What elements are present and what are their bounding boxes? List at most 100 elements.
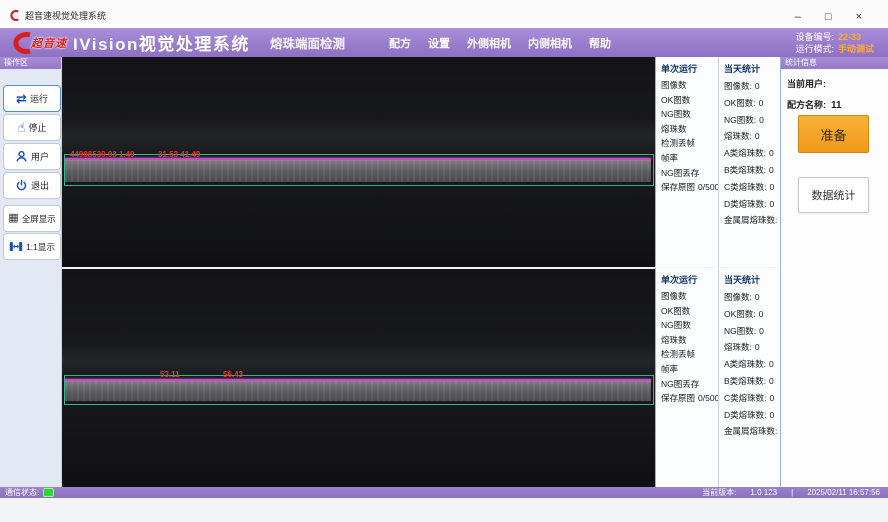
prepare-button[interactable]: 准备 — [798, 115, 869, 153]
stat-label: 图像数: — [724, 289, 752, 306]
exit-label: 退出 — [31, 179, 49, 192]
stat-value: 0 — [770, 407, 775, 424]
recipe-name-row: 配方名称:11 — [787, 98, 888, 111]
run-mode-label: 运行模式: — [795, 44, 834, 54]
single-run-rows: 图像数 OK图数 NG图数 熔珠数 检测丢帧 帧率 NG图丢存 保存原图0/50… — [656, 78, 718, 195]
outer-camera-view: 44988539.93 1.49 31.53 41.49 — [62, 57, 655, 267]
menu-item[interactable]: 配方 — [389, 35, 411, 51]
stat-row: NG图数:0 — [719, 112, 781, 129]
stat-label: 金属屑熔珠数: — [724, 212, 777, 229]
stat-row: D类熔珠数:0 — [719, 196, 781, 213]
stat-value: 0 — [759, 306, 764, 323]
menu-item[interactable]: 帮助 — [589, 35, 611, 51]
fullscreen-button[interactable]: ▦ 全屏显示 — [3, 205, 61, 232]
stat-row: NG图数 — [656, 318, 718, 333]
stat-value: 0 — [769, 356, 774, 373]
image-highlight — [62, 119, 655, 153]
page-subtitle: 熔珠端面检测 — [270, 33, 345, 52]
run-button[interactable]: ⇄ 运行 — [3, 85, 61, 112]
stat-label: OK图数 — [661, 304, 690, 319]
recipe-name-label: 配方名称: — [787, 100, 826, 110]
data-statistics-button[interactable]: 数据统计 — [798, 177, 869, 213]
daily-title: 当天统计 — [724, 62, 781, 75]
stat-label: 金属屑熔珠数: — [724, 423, 777, 440]
stat-row: C类熔珠数:0 — [719, 390, 781, 407]
stat-label: 保存原图 — [661, 391, 695, 406]
stat-label: NG图数 — [661, 107, 691, 122]
stat-value: 0 — [770, 196, 775, 213]
single-run-rows: 图像数 OK图数 NG图数 熔珠数 检测丢帧 帧率 NG图丢存 保存原图0/50… — [656, 289, 718, 406]
status-bar: 通信状态: 当前版本: 1.0.123 | 2025/02/11 16:57:5… — [0, 487, 888, 498]
stat-label: 帧率 — [661, 151, 678, 166]
stat-value: 0 — [769, 162, 774, 179]
stat-label: 图像数 — [661, 289, 687, 304]
stat-row: 帧率 — [656, 151, 718, 166]
stat-value: 0 — [755, 339, 760, 356]
stat-value: 0 — [755, 78, 760, 95]
stat-row: 熔珠数:0 — [719, 128, 781, 145]
comm-status-indicator — [43, 488, 54, 497]
single-run-title: 单次运行 — [661, 62, 718, 75]
daily-column: 当天统计 图像数:0 OK图数:0 NG图数:0 熔珠数:0 A类熔珠数:0 B… — [718, 57, 781, 267]
stat-label: C类熔珠数: — [724, 390, 767, 407]
stat-row: OK图数 — [656, 93, 718, 108]
version-value: 1.0.123 — [750, 488, 777, 497]
info-panel-title: 统计信息 — [781, 57, 888, 69]
stat-row: A类熔珠数:0 — [719, 356, 781, 373]
user-label: 用户 — [31, 150, 49, 163]
menu-item[interactable]: 内侧相机 — [528, 35, 572, 51]
stat-row: 检测丢帧 — [656, 347, 718, 362]
stat-label: 熔珠数: — [724, 128, 752, 145]
stat-row: 保存原图0/500 — [656, 391, 718, 406]
maximize-icon[interactable]: □ — [825, 12, 832, 23]
laser-profile-line — [65, 158, 651, 160]
run-label: 运行 — [30, 92, 48, 105]
run-mode-value: 手动调试 — [838, 44, 874, 54]
stat-label: NG图数: — [724, 323, 756, 340]
stat-value: 0/500 — [698, 180, 719, 195]
close-icon[interactable]: × — [856, 12, 862, 23]
app-window: 超音速视觉处理系统 – □ × 超音速 IVision视觉处理系统 熔珠端面检测… — [0, 0, 888, 522]
stat-row: D类熔珠数:0 — [719, 407, 781, 424]
stat-label: 检测丢帧 — [661, 136, 695, 151]
one-to-one-button[interactable]: 1:1显示 — [3, 233, 61, 260]
stat-value: 0 — [769, 145, 774, 162]
stat-label: D类熔珠数: — [724, 407, 767, 424]
stat-value: 0 — [770, 179, 775, 196]
stat-row: 帧率 — [656, 362, 718, 377]
app-logo-icon — [10, 10, 21, 21]
app-header: 超音速 IVision视觉处理系统 熔珠端面检测 配方设置外侧相机内侧相机帮助 … — [0, 28, 888, 57]
single-run-column: 单次运行 图像数 OK图数 NG图数 熔珠数 检测丢帧 帧率 NG图丢存 — [656, 268, 718, 487]
run-mode-row: 运行模式: 手动调试 — [795, 43, 874, 55]
stat-row: B类熔珠数:0 — [719, 162, 781, 179]
brand-name: 超音速 — [31, 35, 67, 51]
comm-status-label: 通信状态: — [5, 487, 39, 498]
stat-row: 金属屑熔珠数:0 — [719, 212, 781, 229]
os-titlebar: 超音速视觉处理系统 – □ × — [0, 0, 888, 28]
stat-value: 0 — [759, 323, 764, 340]
stat-row: A类熔珠数:0 — [719, 145, 781, 162]
minimize-icon[interactable]: – — [795, 12, 801, 23]
stat-label: B类熔珠数: — [724, 373, 766, 390]
window-title: 超音速视觉处理系统 — [25, 9, 106, 22]
stat-row: 保存原图0/500 — [656, 180, 718, 195]
stat-label: A类熔珠数: — [724, 145, 766, 162]
user-button[interactable]: 用户 — [3, 143, 61, 170]
daily-rows: 图像数:0 OK图数:0 NG图数:0 熔珠数:0 A类熔珠数:0 B类熔珠数:… — [719, 78, 781, 229]
stop-hand-icon: ☝ — [18, 121, 26, 134]
menu-item[interactable]: 设置 — [428, 35, 450, 51]
stop-button[interactable]: ☝ 停止 — [3, 114, 61, 141]
stat-label: A类熔珠数: — [724, 356, 766, 373]
stat-row: C类熔珠数:0 — [719, 179, 781, 196]
stat-value: 0 — [755, 128, 760, 145]
image-highlight — [62, 343, 655, 377]
menu-item[interactable]: 外侧相机 — [467, 35, 511, 51]
measurement-annotation: 53.11 — [160, 370, 180, 379]
exit-button[interactable]: 退出 — [3, 172, 61, 199]
measurement-annotation: 31.53 41.49 — [158, 150, 200, 159]
stat-row: 熔珠数 — [656, 333, 718, 348]
current-user-label: 当前用户: — [787, 79, 826, 89]
stat-row: NG图丢存 — [656, 166, 718, 181]
stat-label: NG图数: — [724, 112, 756, 129]
power-icon — [15, 179, 28, 192]
